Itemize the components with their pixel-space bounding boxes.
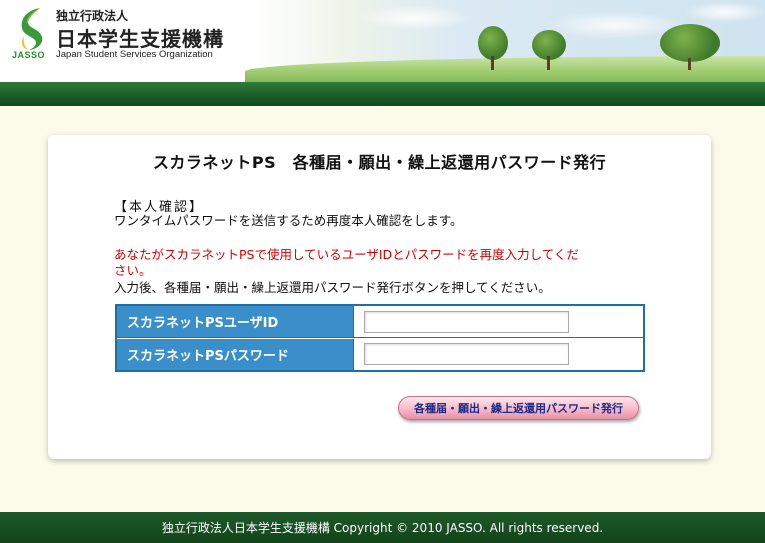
intro-text: ワンタイムパスワードを送信するため再度本人確認をします。	[114, 213, 463, 228]
password-row: スカラネットPSパスワード	[117, 339, 643, 370]
tree-decoration	[478, 26, 508, 70]
issue-password-button[interactable]: 各種届・願出・繰上返還用パスワード発行	[398, 396, 639, 420]
header-green-band	[0, 82, 765, 106]
password-label: スカラネットPSパスワード	[117, 339, 354, 370]
password-input[interactable]	[364, 343, 569, 365]
org-type-label: 独立行政法人	[56, 9, 129, 23]
copyright-text: 独立行政法人日本学生支援機構 Copyright © 2010 JASSO. A…	[161, 521, 604, 535]
logo-jasso-text: JASSO	[12, 50, 46, 60]
site-footer: 独立行政法人日本学生支援機構 Copyright © 2010 JASSO. A…	[0, 512, 765, 543]
page-title: スカラネットPS 各種届・願出・繰上返還用パスワード発行	[152, 153, 607, 172]
tree-decoration	[660, 24, 720, 70]
org-name-english: Japan Student Services Organization	[56, 49, 213, 60]
org-name: 日本学生支援機構	[56, 27, 224, 51]
user-id-input[interactable]	[364, 311, 569, 333]
tree-decoration	[532, 30, 566, 70]
user-id-label: スカラネットPSユーザID	[117, 306, 354, 337]
user-id-row: スカラネットPSユーザID	[117, 306, 643, 338]
jasso-logo-icon	[21, 8, 43, 50]
instruction-text: 入力後、各種届・願出・繰上返還用パスワード発行ボタンを押してください。	[114, 280, 551, 295]
login-form-table: スカラネットPSユーザID スカラネットPSパスワード	[115, 304, 645, 372]
warning-text-line2: さい。	[114, 263, 152, 278]
site-header: JASSO 独立行政法人 日本学生支援機構 Japan Student Serv…	[0, 0, 765, 82]
warning-text-line1: あなたがスカラネットPSで使用しているユーザIDとパスワードを再度入力してくだ	[114, 247, 579, 262]
